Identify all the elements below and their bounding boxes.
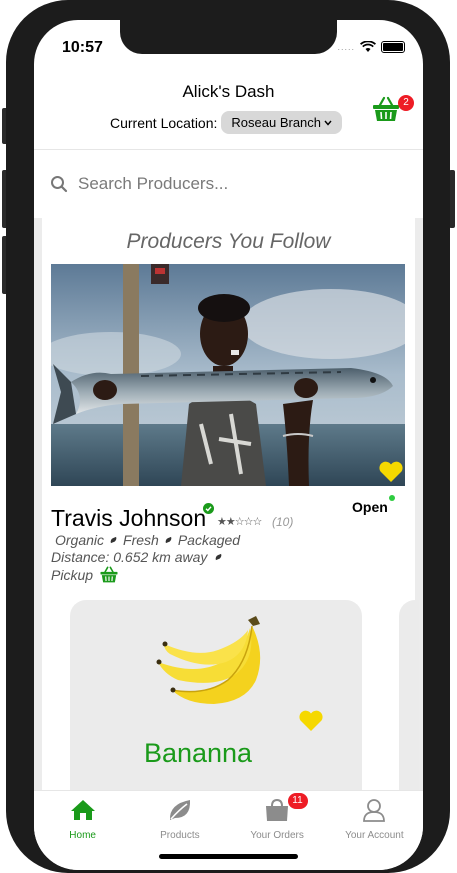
notch: [120, 20, 337, 54]
fisherman-image: [51, 264, 405, 486]
app-screen: 10:57 ..... Alick's Dash Current Locatio…: [34, 20, 423, 870]
section-title: Producers You Follow: [126, 230, 331, 253]
producer-name[interactable]: Travis Johnson: [51, 505, 206, 532]
basket-icon: [100, 566, 118, 583]
search-input[interactable]: [78, 174, 378, 194]
banana-image: [156, 616, 261, 704]
leaf-icon: [164, 536, 173, 544]
next-product-card-peek[interactable]: [399, 600, 419, 790]
location-row: Current Location: Roseau Branch: [110, 111, 343, 134]
phone-device: 10:57 ..... Alick's Dash Current Locatio…: [0, 0, 457, 873]
tag-organic: Organic: [55, 532, 105, 548]
page-title: Alick's Dash: [182, 82, 275, 101]
open-status-dot: [389, 495, 395, 501]
signal-icon: .....: [337, 42, 355, 52]
review-count: (10): [272, 515, 294, 529]
status-time: 10:57: [62, 39, 103, 56]
feed-edge-left: [34, 218, 42, 790]
battery-icon: [381, 41, 405, 53]
leaf-icon: [214, 553, 223, 561]
verified-icon: [203, 503, 214, 514]
wifi-icon: [360, 41, 376, 52]
products-leaf-icon: [169, 800, 190, 820]
rating-stars: ★★☆☆☆: [217, 516, 262, 528]
cart-button[interactable]: [371, 96, 401, 122]
pickup-row: Pickup: [51, 566, 119, 583]
product-favorite-heart-icon[interactable]: [298, 710, 324, 732]
producers-feed[interactable]: Producers You Follow Travis Johnson ★★☆☆…: [34, 218, 423, 790]
product-card[interactable]: Bananna: [70, 600, 362, 790]
tab-account[interactable]: Your Account: [326, 791, 423, 870]
tab-orders-label: Your Orders: [250, 830, 304, 841]
leaf-icon: [109, 536, 118, 544]
orders-count-badge: 11: [287, 793, 308, 809]
status-icons: .....: [337, 41, 405, 53]
search-icon: [51, 176, 68, 193]
home-indicator: [159, 854, 298, 859]
distance-row: Distance: 0.652 km away: [51, 549, 223, 565]
open-status: Open: [352, 499, 388, 515]
account-person-icon: [363, 799, 386, 822]
distance-text: Distance: 0.652 km away: [51, 549, 208, 565]
tag-packaged: Packaged: [177, 532, 241, 548]
location-label: Current Location:: [110, 114, 218, 131]
branch-select[interactable]: Roseau Branch: [221, 111, 343, 134]
search-bar[interactable]: [34, 150, 423, 218]
tab-products-label: Products: [160, 830, 200, 841]
producer-tags: Organic Fresh Packaged: [55, 532, 240, 548]
product-name: Bananna: [143, 738, 253, 768]
pickup-text: Pickup: [51, 566, 94, 583]
branch-select-value: Roseau Branch: [231, 115, 322, 130]
tab-home-label: Home: [69, 830, 96, 841]
cart-count-badge: 2: [398, 95, 414, 111]
orders-bag-icon: [266, 798, 289, 821]
tag-fresh: Fresh: [123, 532, 159, 548]
tab-home[interactable]: Home: [34, 791, 131, 870]
producer-photo[interactable]: [51, 264, 405, 486]
chevron-down-icon: [324, 120, 332, 126]
home-icon: [70, 800, 95, 820]
favorite-heart-icon[interactable]: [378, 461, 404, 483]
tab-account-label: Your Account: [345, 830, 404, 841]
